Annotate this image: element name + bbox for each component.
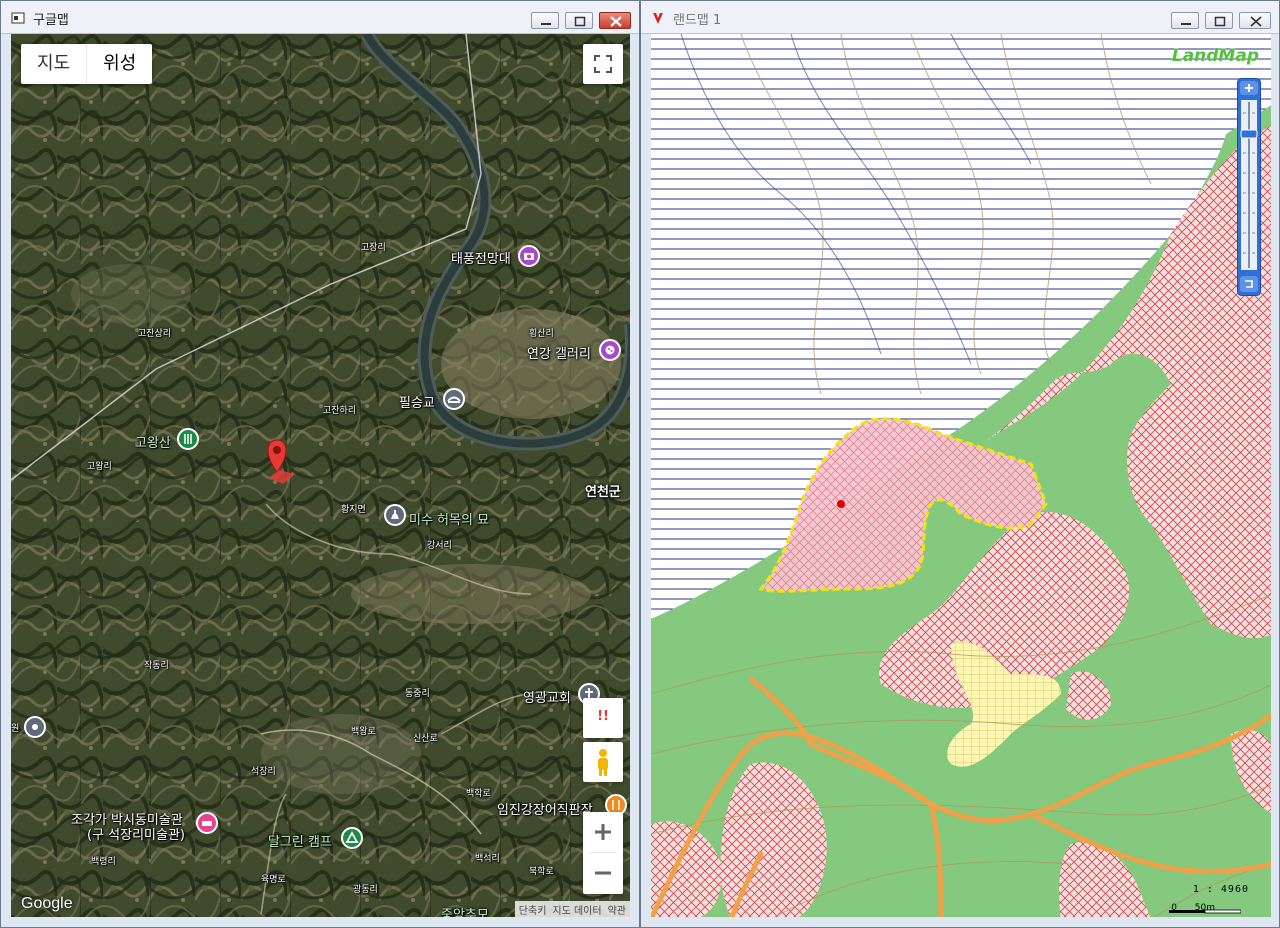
place-label: 횡산리 — [529, 329, 554, 339]
landmap-vector-map — [651, 34, 1271, 917]
satellite-imagery — [11, 34, 630, 917]
close-button[interactable] — [1239, 12, 1271, 29]
map-type-control: 지도 위성 — [21, 44, 153, 84]
parcel-center-marker — [837, 500, 845, 508]
map-type-satellite-button[interactable]: 위성 — [86, 44, 152, 84]
zoom-control — [583, 812, 623, 894]
place-label: (구 석장리미술관) — [87, 828, 185, 843]
plus-icon — [595, 824, 611, 840]
street-view-pegman-button[interactable] — [583, 742, 623, 782]
maximize-button[interactable] — [1205, 12, 1233, 29]
place-label[interactable]: 달그린 캠프 — [268, 831, 332, 850]
minimize-button[interactable] — [1171, 12, 1199, 29]
app-icon — [11, 12, 25, 24]
place-label[interactable]: 연강 갤러리 — [527, 343, 591, 362]
warning-button[interactable]: !! — [583, 698, 623, 738]
minimize-button[interactable] — [531, 12, 559, 29]
place-label[interactable]: 고왕산 — [135, 432, 171, 451]
pegman-icon — [598, 749, 608, 776]
place-label[interactable]: 영광교회 — [523, 687, 571, 706]
place-label: 원 — [11, 724, 20, 734]
place-label: 황지면 — [341, 505, 366, 515]
landmap-app-icon — [653, 13, 663, 24]
google-logo: Google — [21, 895, 73, 912]
landmap-logo: LandMap — [1171, 46, 1259, 66]
scale-length-label: 50m — [1194, 903, 1215, 913]
terms-link[interactable]: 약관 — [608, 902, 626, 917]
road-label: 백학로 — [466, 789, 491, 799]
place-label: 고왕리 — [87, 462, 112, 472]
zoom-in-button[interactable] — [583, 812, 623, 852]
bridge-poi-icon[interactable] — [443, 388, 465, 410]
window-title: 랜드맵 1 — [673, 13, 722, 28]
satellite-map[interactable]: 고장리 태풍전망대 횡산리 연강 갤러리 고잔상리 필승교 고잔하리 고왕산 고… — [11, 34, 630, 917]
mountain-poi-icon[interactable] — [177, 428, 199, 450]
museum-poi-icon[interactable] — [196, 812, 218, 834]
gallery-poi-icon[interactable] — [599, 339, 621, 361]
road-label: 신산로 — [413, 734, 438, 744]
place-label: 광동리 — [353, 885, 378, 895]
map-data-text: 지도 데이터 — [552, 905, 602, 917]
map-attribution: 단축키 지도 데이터 약관 — [514, 901, 630, 917]
place-label: 고잔상리 — [138, 329, 172, 339]
place-label: 백석리 — [475, 854, 500, 864]
camera-poi-icon[interactable] — [518, 245, 540, 267]
google-map-window: 구글맵 고장리 태풍전망대 횡산리 연강 갤러리 고잔상리 필승교 고잔하리 고… — [0, 0, 640, 928]
place-label: 작동리 — [144, 661, 169, 671]
window-title: 구글맵 — [33, 13, 69, 28]
place-label: 강서리 — [427, 541, 452, 551]
window-titlebar[interactable]: 랜드맵 1 — [641, 1, 1279, 34]
place-label: 석장리 — [251, 767, 276, 777]
zoom-reset-button — [1240, 276, 1258, 292]
zoom-slider-thumb — [1240, 129, 1258, 139]
fullscreen-icon — [594, 55, 612, 73]
place-label: 연천군 — [585, 485, 621, 500]
warning-icon: !! — [597, 709, 609, 724]
place-poi-icon[interactable] — [24, 716, 46, 738]
landmap-zoom-slider[interactable] — [1237, 78, 1261, 296]
window-titlebar[interactable]: 구글맵 — [1, 1, 639, 34]
shortcuts-link[interactable]: 단축키 — [519, 902, 547, 917]
fullscreen-button[interactable] — [583, 44, 623, 84]
landmap-canvas[interactable]: LandMap 1 : 4960 0 50m — [651, 34, 1271, 917]
road-label: 백왕로 — [351, 727, 376, 737]
close-button[interactable] — [599, 12, 631, 29]
place-label[interactable]: 미수 허목의 묘 — [409, 509, 489, 528]
place-label[interactable]: 임진강장어직판장 — [497, 799, 593, 818]
place-label[interactable]: 태풍전망대 — [451, 248, 511, 267]
scale-zero-label: 0 — [1171, 903, 1177, 913]
zoom-out-button[interactable] — [583, 853, 623, 893]
camp-poi-icon[interactable] — [341, 827, 363, 849]
road-label: 육명로 — [261, 875, 286, 885]
minus-icon — [595, 871, 611, 875]
place-label: 백령리 — [91, 857, 116, 867]
place-label: 고장리 — [361, 243, 386, 253]
place-label[interactable]: 필승교 — [399, 392, 435, 411]
scale-ratio: 1 : 4960 — [1192, 884, 1249, 895]
grave-poi-icon[interactable] — [384, 504, 406, 526]
place-label[interactable]: 중앙추모 — [441, 904, 489, 917]
place-label: 고잔하리 — [323, 406, 357, 416]
maximize-button[interactable] — [565, 12, 593, 29]
road-label: 북학로 — [529, 867, 554, 877]
landmap-window: 랜드맵 1 LandMap 1: 4960 0 50m — [640, 0, 1280, 928]
place-label: 동중리 — [405, 689, 430, 699]
map-type-map-button[interactable]: 지도 — [21, 44, 86, 84]
